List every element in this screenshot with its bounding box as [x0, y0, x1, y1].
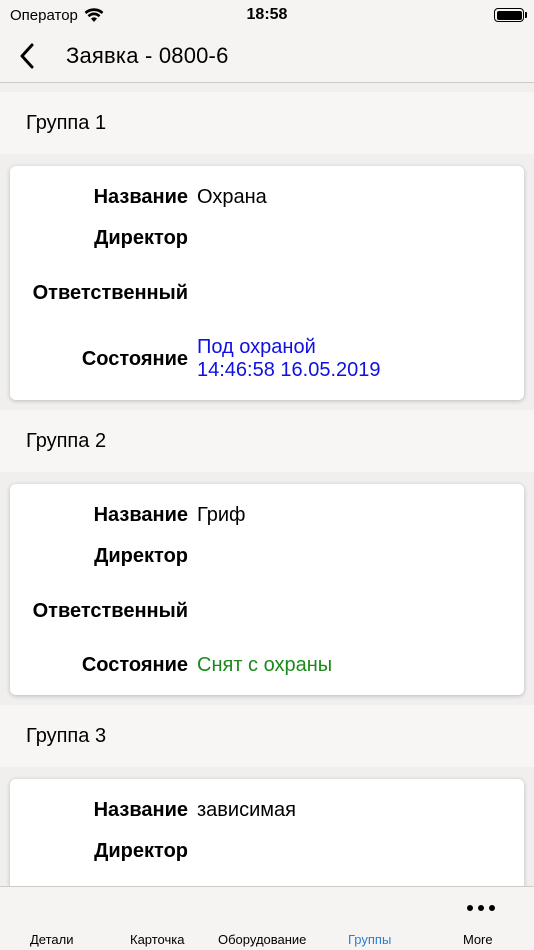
responsible-label: Ответственный: [32, 282, 188, 304]
carrier-label: Оператор: [10, 6, 78, 24]
name-label: Название: [93, 799, 188, 821]
name-value: Охрана: [197, 186, 267, 208]
page-title: Заявка - 0800-6: [66, 43, 229, 68]
state-row: Состояние Под охраной 14:46:58 16.05.201…: [10, 336, 524, 382]
status-bar: Оператор 18:58: [0, 0, 534, 30]
nav-bar: Заявка - 0800-6: [0, 30, 534, 83]
tab-bar: Детали Карточка Оборудование Группы More: [0, 886, 534, 950]
group-card[interactable]: Название зависимая Директор Ответственны…: [10, 779, 524, 886]
name-label: Название: [93, 186, 188, 208]
tab-equipment[interactable]: Оборудование: [218, 932, 306, 947]
back-button[interactable]: [2, 30, 52, 83]
group-card[interactable]: Название Гриф Директор Ответственный Сос…: [10, 484, 524, 695]
director-label: Директор: [94, 840, 188, 862]
state-row: Состояние Снят с охраны: [10, 654, 524, 677]
tab-more[interactable]: More: [463, 932, 493, 947]
state-label: Состояние: [81, 654, 188, 676]
director-row: Директор: [10, 840, 524, 886]
state-text: Под охраной: [197, 336, 316, 358]
name-value: зависимая: [197, 799, 296, 821]
name-row: Название зависимая: [10, 795, 524, 840]
state-value: Снят с охраны: [197, 654, 333, 676]
state-label: Состояние: [81, 347, 188, 370]
wifi-icon: [84, 7, 104, 22]
tab-card[interactable]: Карточка: [130, 932, 184, 947]
director-label: Директор: [94, 545, 188, 567]
director-label: Директор: [94, 227, 188, 249]
responsible-row: Ответственный: [10, 600, 524, 654]
chevron-left-icon: [20, 43, 34, 69]
state-timestamp: 14:46:58 16.05.2019: [197, 359, 381, 381]
tab-groups[interactable]: Группы: [348, 932, 391, 947]
group-header: Группа 1: [0, 92, 534, 154]
name-value: Гриф: [197, 504, 246, 526]
group-card[interactable]: Название Охрана Директор Ответственный С…: [10, 166, 524, 400]
battery-icon: [494, 8, 527, 22]
status-left: Оператор: [10, 7, 104, 24]
groups-list[interactable]: Группа 1 Название Охрана Директор Ответс…: [0, 84, 534, 886]
state-value: Под охраной 14:46:58 16.05.2019: [197, 336, 524, 382]
tab-details[interactable]: Детали: [30, 932, 74, 947]
director-row: Директор: [10, 227, 524, 282]
director-row: Директор: [10, 545, 524, 600]
more-icon[interactable]: [467, 905, 495, 911]
responsible-row: Ответственный: [10, 282, 524, 336]
name-label: Название: [93, 504, 188, 526]
group-header: Группа 2: [0, 410, 534, 472]
group-header: Группа 3: [0, 705, 534, 767]
name-row: Название Охрана: [10, 182, 524, 227]
name-row: Название Гриф: [10, 500, 524, 545]
responsible-label: Ответственный: [32, 600, 188, 622]
